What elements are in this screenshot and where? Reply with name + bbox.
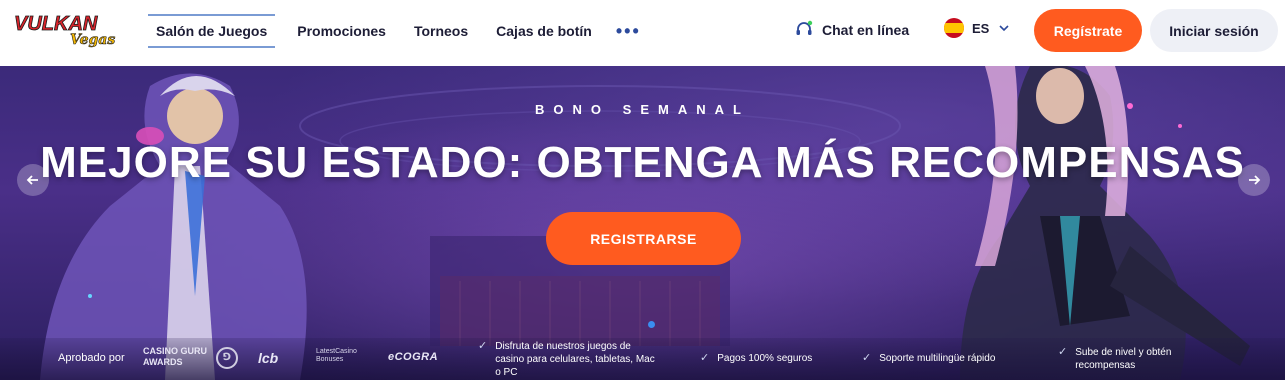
approved-by-label: Aprobado por xyxy=(58,352,125,364)
logo-wordmark-bottom: Vegas xyxy=(70,32,115,48)
main-nav: Salón de Juegos Promociones Torneos Caja… xyxy=(148,14,651,48)
casino-guru-awards-logo: CASINO GURU AWARDS xyxy=(143,346,208,367)
arrow-left-icon xyxy=(26,175,38,185)
nav-item-cajas-de-botin[interactable]: Cajas de botín xyxy=(482,14,606,48)
latest-casino-bonuses-logo: LatestCasino Bonuses xyxy=(316,348,357,363)
hero-register-button[interactable]: REGISTRARSE xyxy=(546,212,741,265)
vulkan-vegas-logo[interactable]: VULKAN Vegas xyxy=(12,6,122,50)
feature-text: Sube de nivel y obtén recompensas xyxy=(1075,347,1172,371)
register-button[interactable]: Regístrate xyxy=(1034,9,1142,52)
carousel-next-button[interactable] xyxy=(1238,164,1270,196)
carousel-prev-button[interactable] xyxy=(17,164,49,196)
nav-item-torneos[interactable]: Torneos xyxy=(400,14,482,48)
feature-secure-payments: ✓ Pagos 100% seguros xyxy=(700,352,812,365)
headset-icon xyxy=(796,20,813,35)
spain-flag-icon xyxy=(944,18,964,38)
feature-multilingual-support: ✓ Soporte multilingüe rápido xyxy=(862,352,995,365)
language-selector[interactable]: ES xyxy=(944,18,1011,38)
feature-multi-device: ✓ Disfruta de nuestros juegos de casino … xyxy=(478,340,658,379)
lcb-logo: lcb xyxy=(258,350,279,366)
feature-text: Disfruta de nuestros juegos de casino pa… xyxy=(495,341,655,378)
arrow-right-icon xyxy=(1249,175,1261,185)
check-icon: ✓ xyxy=(862,352,872,364)
promo-kicker: BONO SEMANAL xyxy=(535,102,750,117)
nav-item-salon-de-juegos[interactable]: Salón de Juegos xyxy=(148,14,276,48)
feature-text: Pagos 100% seguros xyxy=(717,353,813,364)
site-header: VULKAN Vegas Salón de Juegos Promociones… xyxy=(0,0,1285,66)
check-icon: ✓ xyxy=(700,352,710,364)
feature-level-rewards: ✓ Sube de nivel y obtén recompensas xyxy=(1058,346,1208,372)
check-icon: ✓ xyxy=(1058,346,1068,358)
ecogra-logo: eCOGRA xyxy=(388,351,439,363)
nav-item-promociones[interactable]: Promociones xyxy=(283,14,400,48)
language-code: ES xyxy=(972,20,990,36)
age-restriction-badge-icon: ⅁ xyxy=(216,347,238,369)
feature-text: Soporte multilingüe rápido xyxy=(879,353,996,364)
check-icon: ✓ xyxy=(478,340,488,352)
carousel-indicator-dot[interactable] xyxy=(648,321,655,328)
live-chat-button[interactable]: Chat en línea xyxy=(794,20,909,40)
live-chat-label: Chat en línea xyxy=(822,22,910,38)
chevron-down-icon xyxy=(999,25,1009,32)
promo-headline: MEJORE SU ESTADO: OBTENGA MÁS RECOMPENSA… xyxy=(40,138,1245,187)
login-button[interactable]: Iniciar sesión xyxy=(1150,9,1278,52)
more-menu-button[interactable]: ••• xyxy=(606,16,651,46)
hero-banner: BONO SEMANAL MEJORE SU ESTADO: OBTENGA M… xyxy=(0,66,1285,380)
